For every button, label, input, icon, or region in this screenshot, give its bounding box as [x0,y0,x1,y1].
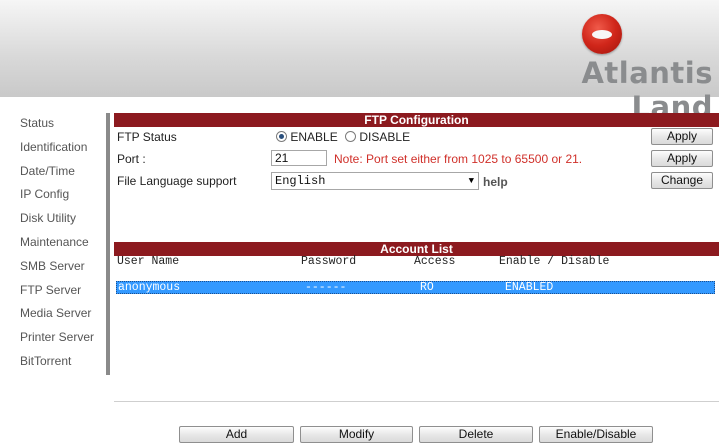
apply-status-button[interactable]: Apply [651,128,713,145]
table-row[interactable]: anonymous ------ RO ENABLED [116,281,715,294]
header-banner: Atlantis Land [0,0,719,124]
sidebar-item-media-server[interactable]: Media Server [20,302,120,326]
cell-password: ------ [305,281,347,294]
ftp-disable-radio[interactable] [345,131,357,142]
column-header-access: Access [414,255,456,268]
atlantis-logo-icon [582,14,622,54]
port-note: Note: Port set either from 1025 to 65500… [334,152,583,166]
file-language-value: English [275,174,326,188]
file-language-label: File Language support [117,174,237,188]
port-input[interactable]: 21 [271,150,327,166]
main-panel: FTP Configuration FTP Status ENABLE DISA… [114,113,719,402]
help-link[interactable]: help [483,173,508,191]
file-language-select[interactable]: English ▼ [271,172,479,190]
column-header-enable-disable: Enable / Disable [499,255,610,268]
ftp-status-label: FTP Status [117,130,177,144]
cell-user: anonymous [118,281,181,294]
sidebar-item-ftp-server[interactable]: FTP Server [20,279,120,303]
sidebar-item-smb-server[interactable]: SMB Server [20,255,120,279]
ftp-disable-label: DISABLE [359,130,411,144]
brand-logo: Atlantis Land [498,14,713,124]
column-header-user-name: User Name [117,255,180,268]
add-button[interactable]: Add [179,426,294,443]
sidebar-divider [106,113,110,375]
sidebar-nav: Status Identification Date/Time IP Confi… [20,112,120,374]
ftp-enable-radio[interactable] [276,131,287,142]
ftp-enable-label: ENABLE [290,130,338,144]
sidebar-item-printer-server[interactable]: Printer Server [20,326,120,350]
dropdown-arrow-icon: ▼ [468,176,474,186]
cell-status: ENABLED [505,281,554,294]
delete-button[interactable]: Delete [419,426,533,443]
sidebar-item-identification[interactable]: Identification [20,136,120,160]
apply-port-button[interactable]: Apply [651,150,713,167]
sidebar-item-maintenance[interactable]: Maintenance [20,231,120,255]
sidebar-item-disk-utility[interactable]: Disk Utility [20,207,120,231]
sidebar-item-ip-config[interactable]: IP Config [20,183,120,207]
sidebar-item-date-time[interactable]: Date/Time [20,160,120,184]
port-label: Port : [117,152,146,166]
sidebar-item-status[interactable]: Status [20,112,120,136]
sidebar-item-bittorrent[interactable]: BitTorrent [20,350,120,374]
cell-access: RO [420,281,434,294]
ftp-status-radio-group: ENABLE DISABLE [276,128,410,146]
column-header-password: Password [301,255,357,268]
ftp-configuration-header: FTP Configuration [114,113,719,127]
account-list-table: User Name Password Access Enable / Disab… [114,253,719,402]
modify-button[interactable]: Modify [300,426,413,443]
change-language-button[interactable]: Change [651,172,713,189]
enable-disable-button[interactable]: Enable/Disable [539,426,653,443]
